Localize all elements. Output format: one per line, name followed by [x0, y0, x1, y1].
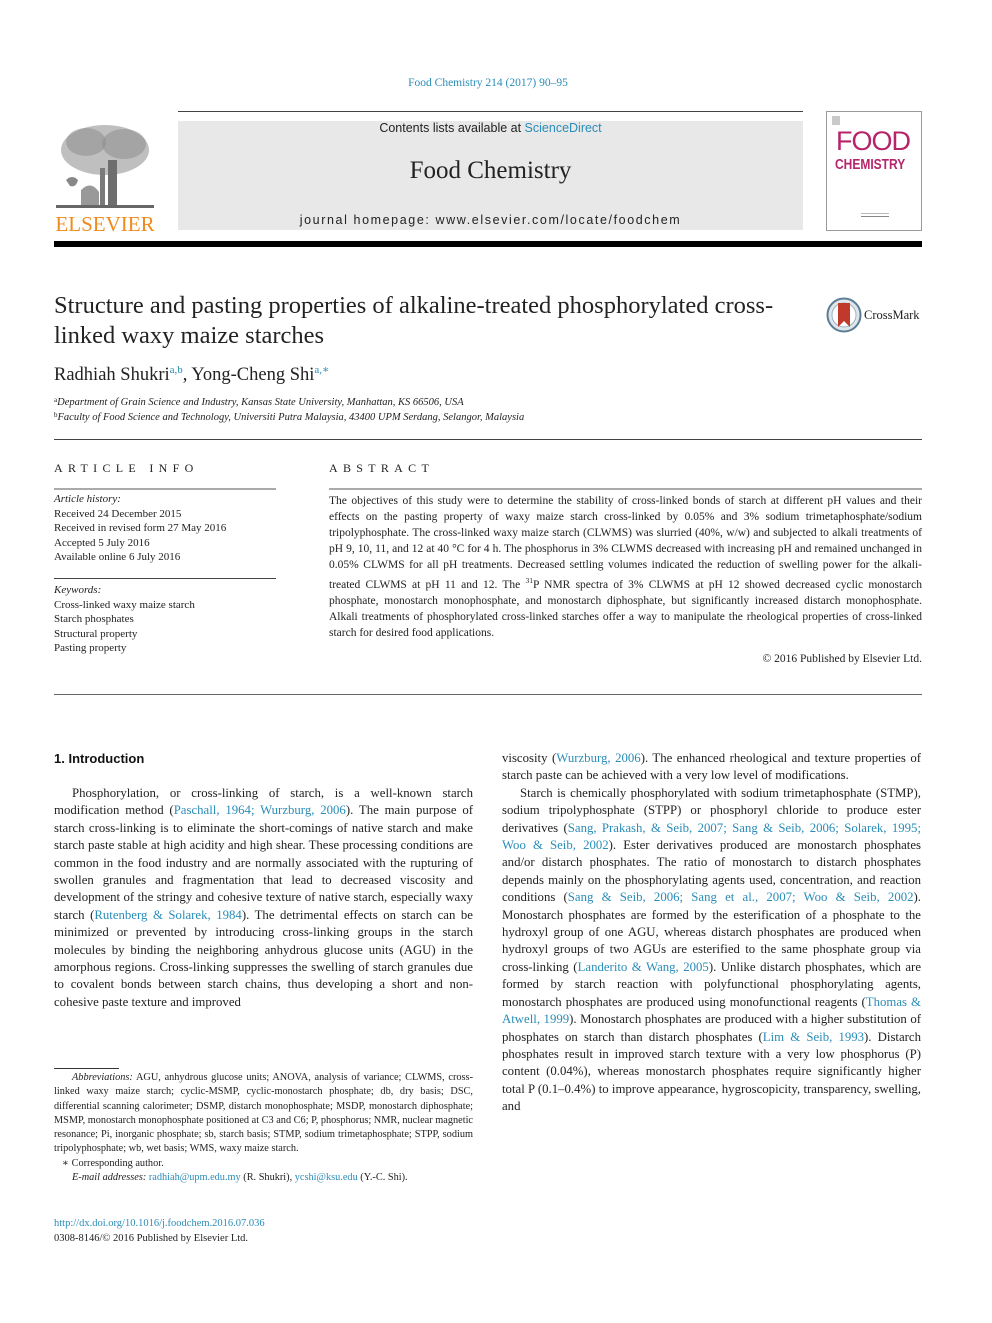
body-column-left: Phosphorylation, or cross-linking of sta… — [54, 785, 473, 1011]
citation-link[interactable]: Sang & Seib, 2006; Sang et al., 2007; Wo… — [568, 890, 914, 904]
abstract-copyright: © 2016 Published by Elsevier Ltd. — [762, 653, 922, 665]
keyword-item: Structural property — [54, 627, 138, 640]
crossmark-label: CrossMark — [864, 308, 920, 322]
doi-block: http://dx.doi.org/10.1016/j.foodchem.201… — [54, 1216, 265, 1246]
elsevier-tree-icon — [56, 125, 154, 208]
email-link[interactable]: ycshi@ksu.edu — [295, 1172, 358, 1183]
cover-title-chemistry: CHEMISTRY — [835, 156, 906, 173]
body-column-right: viscosity (Wurzburg, 2006). The enhanced… — [502, 750, 921, 1116]
history-item: Received in revised form 27 May 2016 — [54, 522, 227, 534]
paragraph: viscosity (Wurzburg, 2006). The enhanced… — [502, 750, 921, 785]
email-owner: (Y.-C. Shi). — [357, 1172, 408, 1184]
journal-masthead: Contents lists available at ScienceDirec… — [178, 121, 803, 230]
cover-title-food: FOOD — [836, 126, 911, 156]
paragraph: Starch is chemically phosphorylated with… — [502, 785, 921, 1116]
journal-name: Food Chemistry — [409, 157, 572, 184]
affiliation-text: Department of Grain Science and Industry… — [57, 397, 464, 408]
email-owner: (R. Shukri), — [240, 1172, 295, 1184]
corresponding-author-note: ∗ Corresponding author. — [62, 1157, 164, 1169]
abstract-part-1: The objectives of this study were to det… — [329, 495, 922, 591]
cover-footer-mark — [861, 213, 889, 217]
abstract-label: ABSTRACT — [329, 461, 435, 475]
abstract-rule — [329, 488, 922, 490]
author-name[interactable]: Radhiah Shukri — [54, 365, 170, 385]
doi-link[interactable]: http://dx.doi.org/10.1016/j.foodchem.201… — [54, 1218, 265, 1229]
email-footnote: E-mail addresses: radhiah@upm.edu.my (R.… — [54, 1171, 473, 1185]
cover-publisher-mark — [832, 116, 840, 125]
journal-homepage-link[interactable]: journal homepage: www.elsevier.com/locat… — [178, 213, 803, 227]
journal-cover-thumbnail[interactable]: FOOD CHEMISTRY — [826, 111, 922, 231]
crossmark-button[interactable]: CrossMark — [826, 297, 926, 335]
body-text: ). The detrimental effects on starch can… — [54, 907, 473, 1009]
author-list: Radhiah Shukria,b, Yong-Cheng Shia,∗ — [54, 363, 329, 386]
article-info-label: ARTICLE INFO — [54, 461, 199, 475]
article-title: Structure and pasting properties of alka… — [54, 292, 774, 349]
abbreviations-text: AGU, anhydrous glucose units; ANOVA, ana… — [54, 1072, 473, 1155]
section-divider — [54, 439, 922, 440]
keyword-item: Pasting property — [54, 642, 127, 654]
abbreviations-heading: Abbreviations: — [72, 1072, 133, 1083]
abstract-text: The objectives of this study were to det… — [329, 493, 922, 641]
citation-link[interactable]: Paschall, 1964; Wurzburg, 2006 — [174, 803, 346, 817]
keywords: Keywords: Cross-linked waxy maize starch… — [54, 583, 195, 656]
article-history: Article history: Received 24 December 20… — [54, 492, 226, 565]
citation-link[interactable]: Wurzburg, 2006 — [556, 751, 640, 765]
history-item: Received 24 December 2015 — [54, 507, 182, 520]
footnotes: Abbreviations: AGU, anhydrous glucose un… — [54, 1071, 473, 1185]
contents-prefix: Contents lists available at — [379, 121, 525, 135]
contents-line: Contents lists available at ScienceDirec… — [178, 121, 803, 135]
author-affiliation-marks[interactable]: a,∗ — [314, 364, 329, 376]
citation-link[interactable]: Landerito & Wang, 2005 — [578, 960, 709, 974]
author-affiliation-marks[interactable]: a,b — [170, 364, 183, 376]
journal-citation-link[interactable]: Food Chemistry 214 (2017) 90–95 — [0, 77, 976, 89]
body-text: ). The main purpose of starch cross-link… — [54, 803, 474, 922]
article-history-heading: Article history: — [54, 493, 121, 505]
isotope-superscript: 31 — [525, 576, 533, 585]
elsevier-logo[interactable]: ELSEVIER — [54, 118, 156, 236]
author-name[interactable]: Yong-Cheng Shi — [191, 365, 314, 385]
history-item: Accepted 5 July 2016 — [54, 536, 150, 549]
article-info-rule — [54, 488, 276, 490]
section-divider — [54, 694, 922, 695]
keyword-item: Cross-linked waxy maize starch — [54, 598, 195, 611]
keywords-heading: Keywords: — [54, 584, 102, 596]
history-item: Available online 6 July 2016 — [54, 551, 181, 563]
abbreviations-footnote: Abbreviations: AGU, anhydrous glucose un… — [54, 1071, 473, 1157]
affiliation: aDepartment of Grain Science and Industr… — [54, 396, 464, 408]
keyword-item: Starch phosphates — [54, 613, 134, 625]
masthead-thick-rule — [54, 241, 922, 247]
affiliation-text: Faculty of Food Science and Technology, … — [57, 412, 525, 423]
masthead-rule — [178, 111, 803, 112]
issn-copyright: 0308-8146/© 2016 Published by Elsevier L… — [54, 1233, 249, 1244]
crossmark-icon — [826, 297, 862, 333]
affiliation: bFaculty of Food Science and Technology,… — [54, 411, 524, 423]
paragraph: Phosphorylation, or cross-linking of sta… — [54, 785, 473, 1011]
email-heading: E-mail addresses: — [72, 1172, 147, 1184]
sciencedirect-link[interactable]: ScienceDirect — [525, 121, 602, 135]
elsevier-wordmark: ELSEVIER — [55, 212, 155, 236]
footnote-rule — [54, 1068, 119, 1069]
citation-link[interactable]: Lim & Seib, 1993 — [763, 1030, 864, 1044]
keywords-rule — [54, 578, 276, 579]
section-heading-introduction: 1. Introduction — [54, 751, 145, 766]
citation-link[interactable]: Rutenberg & Solarek, 1984 — [94, 908, 242, 922]
email-link[interactable]: radhiah@upm.edu.my — [149, 1172, 241, 1183]
body-text: viscosity ( — [502, 751, 557, 765]
